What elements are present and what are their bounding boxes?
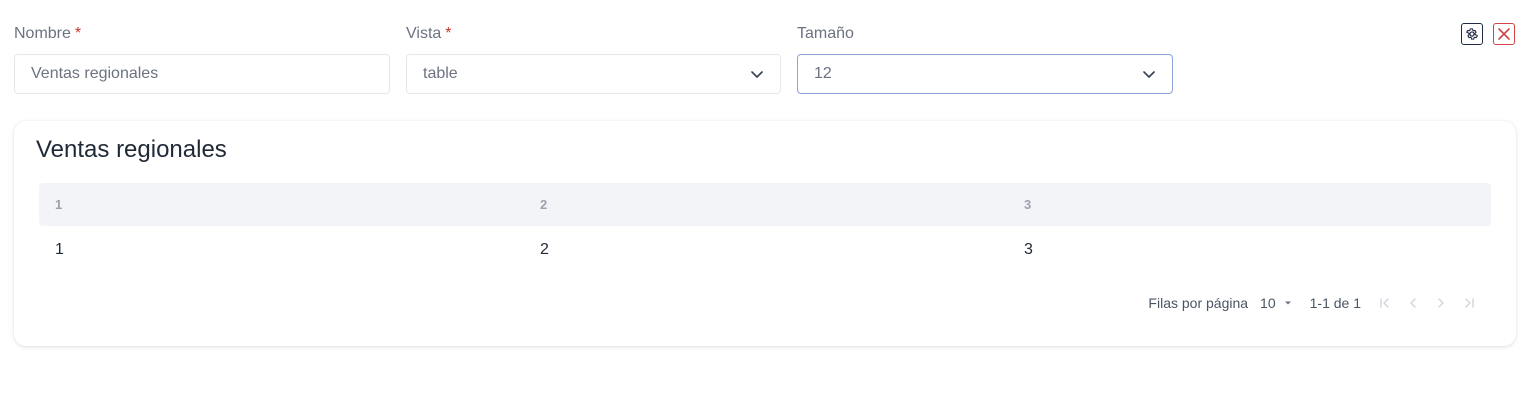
- vista-label: Vista *: [406, 24, 781, 44]
- nombre-label-text: Nombre: [14, 25, 71, 42]
- required-mark: *: [74, 25, 82, 42]
- last-page-icon: [1465, 298, 1474, 308]
- chevron-down-icon: [1143, 71, 1155, 78]
- column-header[interactable]: 3: [1024, 183, 1031, 226]
- first-page-icon: [1380, 298, 1389, 308]
- table-header-row: 1 2 3: [39, 183, 1491, 226]
- gear-icon: [1466, 28, 1478, 40]
- table-cell: 2: [540, 241, 549, 258]
- column-header[interactable]: 2: [540, 183, 547, 226]
- close-button[interactable]: [1493, 23, 1515, 45]
- chevron-right-icon: [1438, 298, 1444, 308]
- tamano-field: Tamaño 12: [797, 24, 1173, 94]
- tamano-label: Tamaño: [797, 24, 1173, 44]
- page-range: 1-1 de 1: [1309, 295, 1361, 311]
- caret-down-icon[interactable]: [1284, 299, 1292, 307]
- settings-button[interactable]: [1461, 23, 1483, 45]
- previous-page-button[interactable]: [1399, 296, 1427, 310]
- widget-title: Ventas regionales: [36, 136, 227, 163]
- pagination: Filas por página 10 1-1 de 1: [1148, 292, 1483, 314]
- chevron-left-icon: [1410, 298, 1416, 308]
- table-cell: 1: [55, 241, 64, 258]
- close-icon: [1498, 28, 1510, 40]
- rows-per-page-select[interactable]: 10: [1260, 295, 1276, 311]
- tamano-select-value: 12: [814, 65, 832, 82]
- table-cell: 3: [1024, 241, 1033, 258]
- vista-label-text: Vista: [406, 25, 442, 42]
- tamano-select[interactable]: 12: [797, 54, 1173, 94]
- vista-select-value: table: [423, 65, 458, 82]
- tamano-label-text: Tamaño: [797, 25, 854, 42]
- data-table: 1 2 3 1 2 3: [39, 183, 1491, 274]
- nombre-input[interactable]: Ventas regionales: [14, 54, 390, 94]
- first-page-button[interactable]: [1371, 296, 1399, 310]
- next-page-button[interactable]: [1427, 296, 1455, 310]
- chevron-down-icon: [751, 71, 763, 78]
- nombre-label: Nombre *: [14, 24, 390, 44]
- column-header[interactable]: 1: [55, 183, 62, 226]
- required-mark: *: [445, 25, 452, 42]
- vista-field: Vista * table: [406, 24, 781, 94]
- rows-per-page-label: Filas por página: [1148, 295, 1249, 311]
- table-row: 1 2 3: [39, 226, 1491, 274]
- last-page-button[interactable]: [1455, 296, 1483, 310]
- table-widget-card: Ventas regionales 1 2 3 1 2 3 Filas por …: [14, 121, 1516, 346]
- nombre-input-value: Ventas regionales: [31, 65, 159, 82]
- vista-select[interactable]: table: [406, 54, 781, 94]
- nombre-field: Nombre * Ventas regionales: [14, 24, 390, 94]
- widget-editor: Nombre * Ventas regionales Vista * table T…: [0, 0, 1531, 397]
